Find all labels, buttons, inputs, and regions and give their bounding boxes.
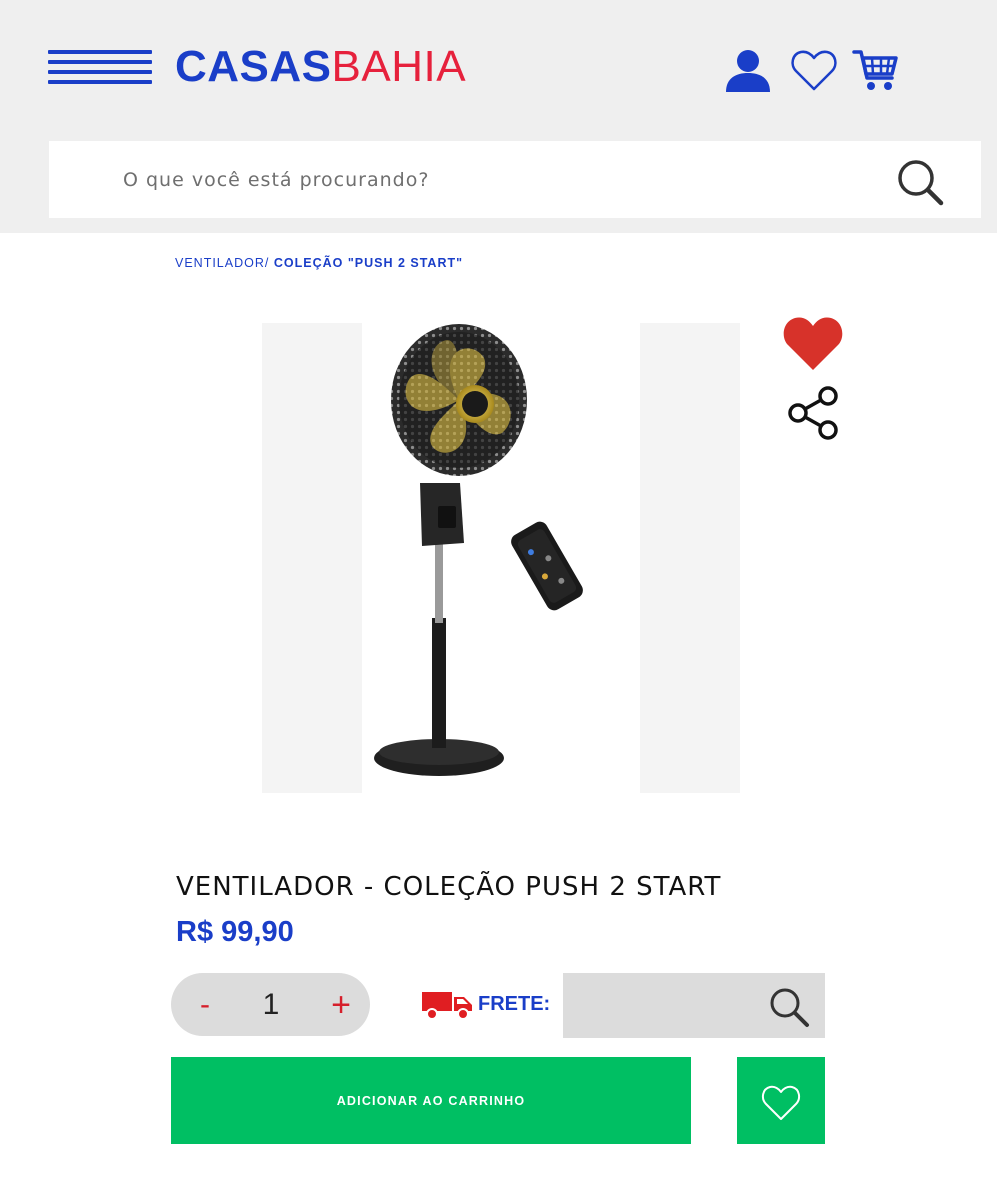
quantity-decrease-button[interactable]: - bbox=[187, 985, 223, 1025]
search-input[interactable] bbox=[123, 161, 883, 199]
logo-part-2: BAHIA bbox=[331, 42, 467, 91]
quantity-increase-button[interactable]: + bbox=[323, 985, 359, 1025]
heart-outline-icon bbox=[761, 1085, 801, 1120]
quantity-value[interactable]: 1 bbox=[241, 985, 301, 1025]
user-icon[interactable] bbox=[724, 46, 772, 94]
breadcrumb-current: COLEÇÃO "PUSH 2 START" bbox=[273, 256, 464, 270]
search-bar bbox=[49, 141, 981, 218]
site-header: CASASBAHIA bbox=[0, 0, 997, 233]
share-icon[interactable] bbox=[786, 386, 842, 440]
shipping-cep-input[interactable] bbox=[575, 987, 765, 1023]
product-image[interactable] bbox=[262, 318, 742, 808]
cart-icon[interactable] bbox=[852, 46, 900, 94]
heart-outline-icon[interactable] bbox=[790, 46, 838, 94]
shipping-search-icon[interactable] bbox=[767, 985, 811, 1029]
truck-icon bbox=[422, 990, 474, 1020]
favorite-heart-icon[interactable] bbox=[782, 314, 844, 372]
breadcrumb: VENTILADOR/ COLEÇÃO "PUSH 2 START" bbox=[175, 256, 463, 270]
breadcrumb-parent[interactable]: VENTILADOR/ bbox=[175, 256, 269, 270]
add-to-cart-button[interactable]: ADICIONAR AO CARRINHO bbox=[171, 1057, 691, 1144]
quantity-stepper: - 1 + bbox=[171, 973, 370, 1036]
casas-bahia-logo[interactable]: CASASBAHIA bbox=[175, 42, 466, 92]
product-title: VENTILADOR - COLEÇÃO PUSH 2 START bbox=[176, 872, 722, 902]
wishlist-button[interactable] bbox=[737, 1057, 825, 1144]
menu-icon[interactable] bbox=[48, 50, 152, 84]
product-price: R$ 99,90 bbox=[176, 916, 294, 948]
logo-part-1: CASAS bbox=[175, 42, 332, 91]
search-icon[interactable] bbox=[895, 157, 945, 207]
shipping-field bbox=[563, 973, 825, 1038]
shipping-label: FRETE: bbox=[478, 993, 551, 1015]
